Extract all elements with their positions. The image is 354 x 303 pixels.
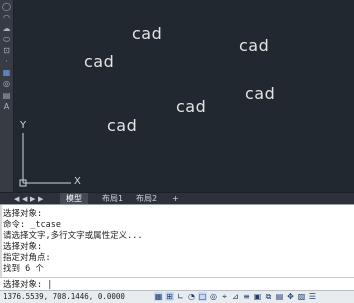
ucs-icon xyxy=(19,133,71,187)
mtext-icon[interactable]: A xyxy=(1,102,12,112)
arc-icon[interactable]: ◠ xyxy=(1,13,12,23)
ucs-x-label: X xyxy=(74,176,81,187)
drawing-canvas[interactable]: cad cad cad cad cad cad Y X xyxy=(14,0,354,192)
transparency-icon[interactable]: ▣ xyxy=(253,292,262,301)
polar-icon[interactable]: ◔ xyxy=(187,292,196,301)
selection-cycling-icon[interactable]: ⧉ xyxy=(264,292,273,301)
prev-tab-icon[interactable]: ◀ xyxy=(22,194,27,204)
ucs-y-label: Y xyxy=(20,120,27,131)
table-icon[interactable]: ▤ xyxy=(1,91,12,101)
otrack-icon[interactable]: ◎ xyxy=(209,292,218,301)
command-history-line: 找到 6 个 xyxy=(3,264,44,274)
dynamic-input-icon[interactable]: ⊿ xyxy=(231,292,240,301)
ellipse-icon[interactable]: ⬭ xyxy=(1,35,12,45)
revcloud-icon[interactable]: ☁ xyxy=(1,24,12,34)
annotation-monitor-icon[interactable]: ▤ xyxy=(275,292,284,301)
layers-icon[interactable]: ☰ xyxy=(308,292,317,301)
ortho-icon[interactable]: ∟ xyxy=(176,292,185,301)
circle-icon[interactable]: ◯ xyxy=(1,2,12,12)
left-toolbar: ◯ ◠ ☁ ⬭ ⊡ · ▦ ◎ ▤ A xyxy=(0,0,14,192)
workspace-icon[interactable]: ✥ xyxy=(286,292,295,301)
status-bar: 1376.5539, 708.1446, 0.0000 ▦ ⊞ ∟ ◔ □ ◎ … xyxy=(0,290,354,303)
point-icon[interactable]: · xyxy=(1,57,12,67)
hatch-icon[interactable]: ▦ xyxy=(1,68,12,78)
insert-block-icon[interactable]: ⊡ xyxy=(1,46,12,56)
osnap-icon[interactable]: □ xyxy=(198,292,207,301)
lineweight-icon[interactable]: ≡ xyxy=(242,292,251,301)
cursor-coordinates: 1376.5539, 708.1446, 0.0000 xyxy=(3,292,125,301)
grid-icon[interactable]: ▦ xyxy=(154,292,163,301)
last-tab-icon[interactable]: ▶ xyxy=(38,194,43,204)
layout-tools-icon[interactable]: ▨ xyxy=(297,292,306,301)
command-window: 选择对象: 命令: _tcase 请选择文字,多行文字或属性定义... 选择对象… xyxy=(0,204,354,292)
next-tab-icon[interactable]: ▶ xyxy=(30,194,35,204)
dynamic-ucs-icon[interactable]: ⌖ xyxy=(220,292,229,301)
snap-icon[interactable]: ⊞ xyxy=(165,292,174,301)
region-icon[interactable]: ◎ xyxy=(1,79,12,89)
first-tab-icon[interactable]: ◀ xyxy=(14,194,19,204)
